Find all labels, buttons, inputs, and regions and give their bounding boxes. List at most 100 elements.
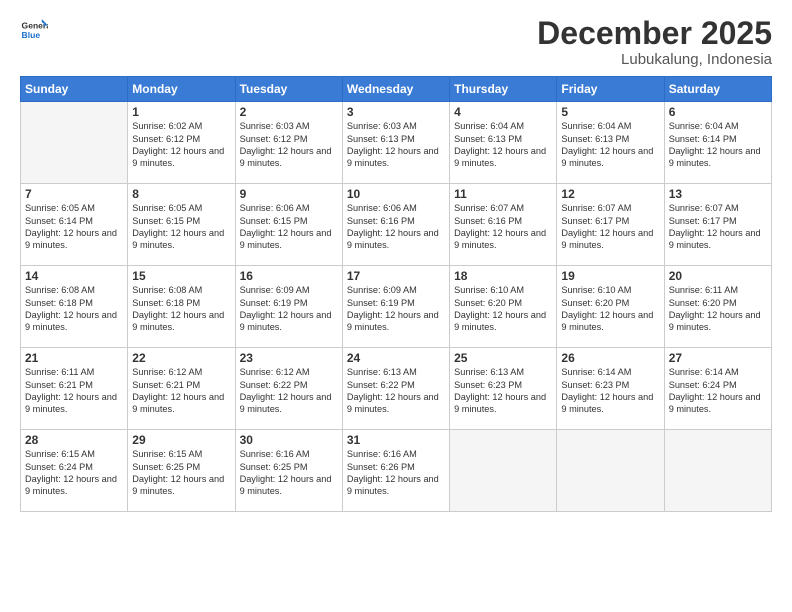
- table-row: 14Sunrise: 6:08 AMSunset: 6:18 PMDayligh…: [21, 266, 128, 348]
- day-number: 28: [25, 433, 123, 447]
- table-row: 10Sunrise: 6:06 AMSunset: 6:16 PMDayligh…: [342, 184, 449, 266]
- day-number: 19: [561, 269, 659, 283]
- table-row: 30Sunrise: 6:16 AMSunset: 6:25 PMDayligh…: [235, 430, 342, 512]
- day-number: 17: [347, 269, 445, 283]
- calendar-week-row: 1Sunrise: 6:02 AMSunset: 6:12 PMDaylight…: [21, 102, 772, 184]
- day-number: 31: [347, 433, 445, 447]
- day-number: 21: [25, 351, 123, 365]
- calendar-week-row: 14Sunrise: 6:08 AMSunset: 6:18 PMDayligh…: [21, 266, 772, 348]
- table-row: 23Sunrise: 6:12 AMSunset: 6:22 PMDayligh…: [235, 348, 342, 430]
- day-number: 24: [347, 351, 445, 365]
- day-number: 4: [454, 105, 552, 119]
- day-number: 20: [669, 269, 767, 283]
- sun-info: Sunrise: 6:15 AMSunset: 6:25 PMDaylight:…: [132, 448, 230, 498]
- sun-info: Sunrise: 6:08 AMSunset: 6:18 PMDaylight:…: [132, 284, 230, 334]
- col-thursday: Thursday: [450, 77, 557, 102]
- day-number: 26: [561, 351, 659, 365]
- table-row: 21Sunrise: 6:11 AMSunset: 6:21 PMDayligh…: [21, 348, 128, 430]
- table-row: 22Sunrise: 6:12 AMSunset: 6:21 PMDayligh…: [128, 348, 235, 430]
- table-row: 31Sunrise: 6:16 AMSunset: 6:26 PMDayligh…: [342, 430, 449, 512]
- table-row: [557, 430, 664, 512]
- sun-info: Sunrise: 6:04 AMSunset: 6:14 PMDaylight:…: [669, 120, 767, 170]
- table-row: 1Sunrise: 6:02 AMSunset: 6:12 PMDaylight…: [128, 102, 235, 184]
- sun-info: Sunrise: 6:02 AMSunset: 6:12 PMDaylight:…: [132, 120, 230, 170]
- logo-icon: General Blue: [20, 16, 48, 44]
- sun-info: Sunrise: 6:06 AMSunset: 6:15 PMDaylight:…: [240, 202, 338, 252]
- col-sunday: Sunday: [21, 77, 128, 102]
- sun-info: Sunrise: 6:07 AMSunset: 6:16 PMDaylight:…: [454, 202, 552, 252]
- sun-info: Sunrise: 6:14 AMSunset: 6:23 PMDaylight:…: [561, 366, 659, 416]
- sun-info: Sunrise: 6:11 AMSunset: 6:20 PMDaylight:…: [669, 284, 767, 334]
- table-row: 3Sunrise: 6:03 AMSunset: 6:13 PMDaylight…: [342, 102, 449, 184]
- table-row: 17Sunrise: 6:09 AMSunset: 6:19 PMDayligh…: [342, 266, 449, 348]
- sun-info: Sunrise: 6:09 AMSunset: 6:19 PMDaylight:…: [240, 284, 338, 334]
- col-saturday: Saturday: [664, 77, 771, 102]
- sun-info: Sunrise: 6:07 AMSunset: 6:17 PMDaylight:…: [561, 202, 659, 252]
- day-number: 23: [240, 351, 338, 365]
- day-number: 10: [347, 187, 445, 201]
- col-tuesday: Tuesday: [235, 77, 342, 102]
- table-row: 11Sunrise: 6:07 AMSunset: 6:16 PMDayligh…: [450, 184, 557, 266]
- day-number: 15: [132, 269, 230, 283]
- day-number: 29: [132, 433, 230, 447]
- day-number: 3: [347, 105, 445, 119]
- table-row: 28Sunrise: 6:15 AMSunset: 6:24 PMDayligh…: [21, 430, 128, 512]
- sun-info: Sunrise: 6:15 AMSunset: 6:24 PMDaylight:…: [25, 448, 123, 498]
- day-number: 9: [240, 187, 338, 201]
- table-row: 12Sunrise: 6:07 AMSunset: 6:17 PMDayligh…: [557, 184, 664, 266]
- day-number: 12: [561, 187, 659, 201]
- sun-info: Sunrise: 6:10 AMSunset: 6:20 PMDaylight:…: [454, 284, 552, 334]
- sun-info: Sunrise: 6:16 AMSunset: 6:26 PMDaylight:…: [347, 448, 445, 498]
- sun-info: Sunrise: 6:08 AMSunset: 6:18 PMDaylight:…: [25, 284, 123, 334]
- header: General Blue December 2025 Lubukalung, I…: [20, 16, 772, 68]
- col-monday: Monday: [128, 77, 235, 102]
- table-row: 8Sunrise: 6:05 AMSunset: 6:15 PMDaylight…: [128, 184, 235, 266]
- calendar-week-row: 7Sunrise: 6:05 AMSunset: 6:14 PMDaylight…: [21, 184, 772, 266]
- sun-info: Sunrise: 6:04 AMSunset: 6:13 PMDaylight:…: [561, 120, 659, 170]
- month-title: December 2025: [537, 16, 772, 51]
- table-row: [21, 102, 128, 184]
- sun-info: Sunrise: 6:12 AMSunset: 6:22 PMDaylight:…: [240, 366, 338, 416]
- table-row: 5Sunrise: 6:04 AMSunset: 6:13 PMDaylight…: [557, 102, 664, 184]
- table-row: 26Sunrise: 6:14 AMSunset: 6:23 PMDayligh…: [557, 348, 664, 430]
- day-number: 14: [25, 269, 123, 283]
- day-number: 22: [132, 351, 230, 365]
- day-number: 11: [454, 187, 552, 201]
- sun-info: Sunrise: 6:16 AMSunset: 6:25 PMDaylight:…: [240, 448, 338, 498]
- table-row: 19Sunrise: 6:10 AMSunset: 6:20 PMDayligh…: [557, 266, 664, 348]
- day-number: 18: [454, 269, 552, 283]
- sun-info: Sunrise: 6:09 AMSunset: 6:19 PMDaylight:…: [347, 284, 445, 334]
- table-row: 9Sunrise: 6:06 AMSunset: 6:15 PMDaylight…: [235, 184, 342, 266]
- day-number: 8: [132, 187, 230, 201]
- sun-info: Sunrise: 6:12 AMSunset: 6:21 PMDaylight:…: [132, 366, 230, 416]
- day-number: 27: [669, 351, 767, 365]
- table-row: [450, 430, 557, 512]
- table-row: 13Sunrise: 6:07 AMSunset: 6:17 PMDayligh…: [664, 184, 771, 266]
- table-row: 7Sunrise: 6:05 AMSunset: 6:14 PMDaylight…: [21, 184, 128, 266]
- day-number: 16: [240, 269, 338, 283]
- sun-info: Sunrise: 6:11 AMSunset: 6:21 PMDaylight:…: [25, 366, 123, 416]
- day-number: 5: [561, 105, 659, 119]
- sun-info: Sunrise: 6:03 AMSunset: 6:13 PMDaylight:…: [347, 120, 445, 170]
- col-wednesday: Wednesday: [342, 77, 449, 102]
- sun-info: Sunrise: 6:05 AMSunset: 6:15 PMDaylight:…: [132, 202, 230, 252]
- day-number: 1: [132, 105, 230, 119]
- sun-info: Sunrise: 6:06 AMSunset: 6:16 PMDaylight:…: [347, 202, 445, 252]
- day-number: 7: [25, 187, 123, 201]
- calendar-table: Sunday Monday Tuesday Wednesday Thursday…: [20, 76, 772, 512]
- calendar-week-row: 28Sunrise: 6:15 AMSunset: 6:24 PMDayligh…: [21, 430, 772, 512]
- calendar-week-row: 21Sunrise: 6:11 AMSunset: 6:21 PMDayligh…: [21, 348, 772, 430]
- table-row: 25Sunrise: 6:13 AMSunset: 6:23 PMDayligh…: [450, 348, 557, 430]
- sun-info: Sunrise: 6:07 AMSunset: 6:17 PMDaylight:…: [669, 202, 767, 252]
- sun-info: Sunrise: 6:13 AMSunset: 6:22 PMDaylight:…: [347, 366, 445, 416]
- table-row: 2Sunrise: 6:03 AMSunset: 6:12 PMDaylight…: [235, 102, 342, 184]
- table-row: 24Sunrise: 6:13 AMSunset: 6:22 PMDayligh…: [342, 348, 449, 430]
- page: General Blue December 2025 Lubukalung, I…: [0, 0, 792, 612]
- day-number: 25: [454, 351, 552, 365]
- col-friday: Friday: [557, 77, 664, 102]
- day-number: 6: [669, 105, 767, 119]
- sun-info: Sunrise: 6:04 AMSunset: 6:13 PMDaylight:…: [454, 120, 552, 170]
- sun-info: Sunrise: 6:05 AMSunset: 6:14 PMDaylight:…: [25, 202, 123, 252]
- location: Lubukalung, Indonesia: [537, 51, 772, 68]
- day-number: 13: [669, 187, 767, 201]
